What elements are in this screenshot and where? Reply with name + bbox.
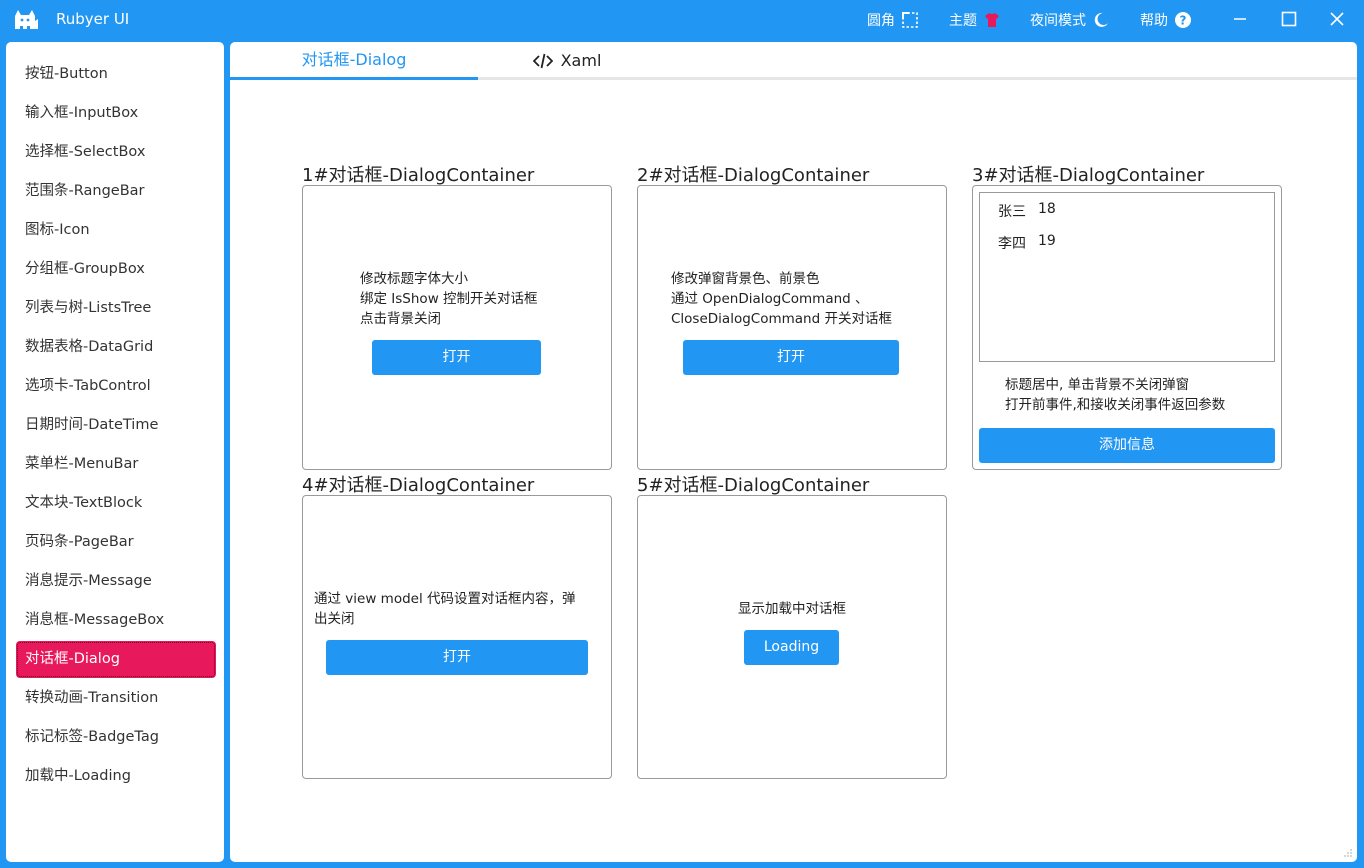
sidebar-item-selectbox[interactable]: 选择框-SelectBox [16,134,216,171]
card-1-description: 修改标题字体大小 绑定 IsShow 控制开关对话框 点击背景关闭 [360,269,538,329]
theme-button[interactable]: 主题 [949,10,1001,30]
card-4-open-button[interactable]: 打开 [326,640,588,675]
moon-icon [1092,11,1110,29]
tab-bar: 对话框-Dialog Xaml [230,42,1357,80]
card-3-description: 标题居中, 单击背景不关闭弹窗 打开前事件,和接收关闭事件返回参数 [1005,375,1225,415]
corner-toggle-button[interactable]: 圆角 [867,10,919,30]
card-4-description: 通过 view model 代码设置对话框内容，弹 出关闭 [314,589,576,629]
dialog-card-3: 张三 18 李四 19 标题居中, 单击背景不关闭弹窗 打开前事件,和接收关闭事… [972,185,1282,470]
sidebar-item-badgetag[interactable]: 标记标签-BadgeTag [16,719,216,756]
sidebar-item-menubar[interactable]: 菜单栏-MenuBar [16,446,216,483]
svg-text:?: ? [1180,14,1187,28]
sidebar-item-loading[interactable]: 加载中-Loading [16,758,216,795]
sidebar-item-datetime[interactable]: 日期时间-DateTime [16,407,216,444]
sidebar-item-pagebar[interactable]: 页码条-PageBar [16,524,216,561]
list-item-age: 18 [1038,201,1056,221]
card-5-title: 5#对话框-DialogContainer [637,471,869,497]
night-mode-label: 夜间模式 [1030,10,1086,30]
maximize-icon [1281,11,1297,27]
sidebar-item-icon[interactable]: 图标-Icon [16,212,216,249]
shirt-icon [983,11,1001,29]
sidebar-item-inputbox[interactable]: 输入框-InputBox [16,95,216,132]
sidebar-item-groupbox[interactable]: 分组框-GroupBox [16,251,216,288]
card-2-description: 修改弹窗背景色、前景色 通过 OpenDialogCommand 、 Close… [671,269,892,329]
list-item[interactable]: 李四 19 [998,233,1056,253]
sidebar-item-message[interactable]: 消息提示-Message [16,563,216,600]
code-icon [533,53,553,69]
dialog-card-4: 通过 view model 代码设置对话框内容，弹 出关闭 打开 [302,495,612,779]
corner-label: 圆角 [867,10,895,30]
list-item-age: 19 [1038,233,1056,253]
card-3-title: 3#对话框-DialogContainer [972,161,1204,187]
minimize-button[interactable] [1225,6,1255,32]
card-1-title: 1#对话框-DialogContainer [302,161,534,187]
tab-dialog[interactable]: 对话框-Dialog [230,42,478,80]
add-info-button[interactable]: 添加信息 [979,428,1275,463]
tab-dialog-label: 对话框-Dialog [302,50,407,69]
sidebar-item-tabcontrol[interactable]: 选项卡-TabControl [16,368,216,405]
loading-button[interactable]: Loading [744,630,839,665]
close-button[interactable] [1322,6,1352,32]
list-item-name: 李四 [998,233,1026,253]
corner-icon [901,11,919,29]
card-1-open-button[interactable]: 打开 [372,340,541,375]
card-2-title: 2#对话框-DialogContainer [637,161,869,187]
dialog-card-2: 修改弹窗背景色、前景色 通过 OpenDialogCommand 、 Close… [637,185,947,470]
sidebar-item-textblock[interactable]: 文本块-TextBlock [16,485,216,522]
sidebar-item-button[interactable]: 按钮-Button [16,56,216,93]
app-title: Rubyer UI [56,10,129,28]
resize-grip-icon[interactable] [1343,848,1353,858]
info-list: 张三 18 李四 19 [979,192,1275,362]
help-icon: ? [1174,11,1192,29]
card-4-title: 4#对话框-DialogContainer [302,471,534,497]
tab-indicator [230,77,478,80]
card-5-description: 显示加载中对话框 [638,599,946,619]
cat-logo-icon [12,7,40,31]
sidebar-item-dialog[interactable]: 对话框-Dialog [16,641,216,678]
maximize-button[interactable] [1274,6,1304,32]
close-icon [1330,12,1344,26]
title-bar: Rubyer UI 圆角 主题 夜间模式 帮助 ? [0,0,1364,38]
sidebar-item-datagrid[interactable]: 数据表格-DataGrid [16,329,216,366]
sidebar-item-rangebar[interactable]: 范围条-RangeBar [16,173,216,210]
main-panel: 对话框-Dialog Xaml 1#对话框-DialogContainer 修改… [230,42,1357,862]
minimize-icon [1233,12,1247,26]
dialog-card-1: 修改标题字体大小 绑定 IsShow 控制开关对话框 点击背景关闭 打开 [302,185,612,470]
list-item-name: 张三 [998,201,1026,221]
list-item[interactable]: 张三 18 [998,201,1056,221]
tab-xaml-label: Xaml [561,43,602,79]
help-button[interactable]: 帮助 ? [1140,10,1192,30]
tab-xaml[interactable]: Xaml [492,42,642,80]
sidebar: 按钮-Button 输入框-InputBox 选择框-SelectBox 范围条… [6,42,224,862]
dialog-card-5: 显示加载中对话框 Loading [637,495,947,779]
sidebar-item-messagebox[interactable]: 消息框-MessageBox [16,602,216,639]
theme-label: 主题 [949,10,977,30]
night-mode-button[interactable]: 夜间模式 [1030,10,1110,30]
help-label: 帮助 [1140,10,1168,30]
sidebar-item-liststree[interactable]: 列表与树-ListsTree [16,290,216,327]
sidebar-item-transition[interactable]: 转换动画-Transition [16,680,216,717]
card-2-open-button[interactable]: 打开 [683,340,899,375]
